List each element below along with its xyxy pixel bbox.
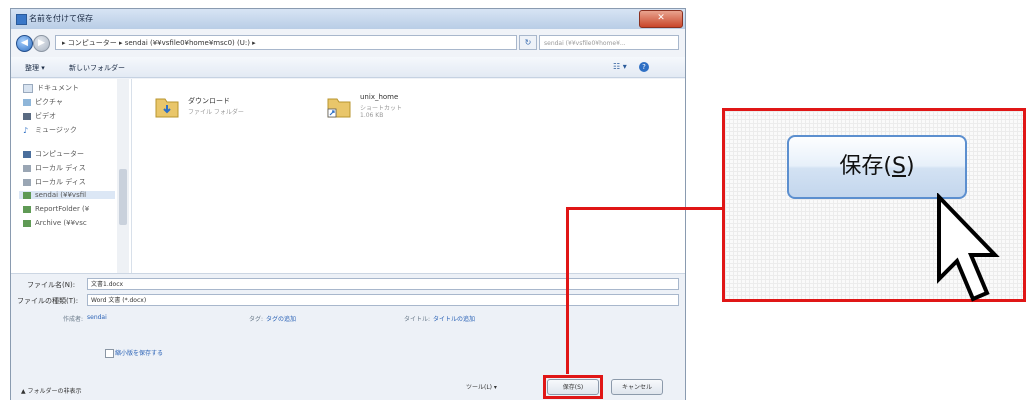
drive-icon: [23, 164, 31, 172]
tags-label: タグ:: [249, 316, 264, 323]
mouse-pointer-icon: [937, 193, 1000, 302]
hide-folders-button[interactable]: ▲ フォルダーの非表示: [21, 386, 82, 395]
filename-input[interactable]: 文書1.docx: [87, 278, 679, 290]
network-drive-icon: [23, 191, 31, 199]
nav-item-sendai[interactable]: sendai (¥¥vsfil: [19, 191, 115, 199]
cancel-button[interactable]: キャンセル: [611, 379, 663, 395]
network-drive-icon: [23, 219, 31, 227]
thumbnail-label: 縮小版を保存する: [115, 350, 164, 357]
window-title: 名前を付けて保存: [29, 14, 93, 23]
tags-value[interactable]: タグの追加: [266, 314, 296, 323]
author-label: 作成者:: [63, 316, 84, 323]
nav-item-local-disk-c[interactable]: ローカル ディス: [23, 163, 86, 173]
file-type: ショートカット: [360, 105, 403, 112]
back-arrow-icon[interactable]: ◀: [16, 35, 33, 52]
search-input[interactable]: sendai (¥¥vsfile0¥home¥...: [539, 35, 679, 50]
nav-item-reportfolder[interactable]: ReportFolder (¥: [23, 205, 89, 213]
forward-arrow-icon[interactable]: ▶: [33, 35, 50, 52]
doc-title-value[interactable]: タイトルの追加: [433, 314, 475, 323]
address-bar[interactable]: ▸ コンピューター ▸ sendai (¥¥vsfile0¥home¥msc0)…: [55, 35, 517, 50]
nav-item-local-disk-d[interactable]: ローカル ディス: [23, 177, 86, 187]
title-bar: 名前を付けて保存 ✕: [11, 9, 685, 29]
file-name: ダウンロード: [188, 97, 230, 105]
help-icon[interactable]: ?: [639, 62, 649, 72]
thumbnail-checkbox[interactable]: [105, 349, 114, 358]
nav-item-archive[interactable]: Archive (¥¥vsc: [23, 219, 87, 227]
file-name: unix_home: [360, 93, 399, 101]
nav-item-videos[interactable]: ビデオ: [23, 111, 56, 121]
file-list: ダウンロード ファイル フォルダー unix_home ショートカット 1.06…: [132, 79, 685, 273]
doc-title-label: タイトル:: [404, 316, 431, 323]
nav-item-computer[interactable]: コンピューター: [23, 149, 84, 159]
navigation-pane: ドキュメント ピクチャ ビデオ ♪ ミュージック コンピューター ローカル ディス…: [11, 79, 132, 273]
save-button-highlight: [543, 375, 603, 399]
nav-scrollbar-thumb[interactable]: [119, 169, 127, 225]
tools-menu-button[interactable]: ツール(L) ▾: [466, 382, 497, 391]
save-as-dialog: 名前を付けて保存 ✕ ◀ ▶ ▸ コンピューター ▸ sendai (¥¥vsf…: [10, 8, 686, 400]
close-button[interactable]: ✕: [639, 10, 683, 28]
save-options-panel: ファイル名(N): 文書1.docx ファイルの種類(T): Word 文書 (…: [11, 273, 685, 400]
picture-icon: [23, 98, 31, 106]
author-value[interactable]: sendai: [87, 314, 107, 321]
filetype-select[interactable]: Word 文書 (*.docx): [87, 294, 679, 306]
folder-shortcut-icon: [327, 98, 351, 118]
nav-item-music[interactable]: ♪ ミュージック: [23, 125, 77, 135]
address-row: ◀ ▶ ▸ コンピューター ▸ sendai (¥¥vsfile0¥home¥m…: [11, 31, 685, 55]
connector-line-horizontal: [566, 207, 723, 210]
file-type: ファイル フォルダー: [188, 109, 244, 116]
video-icon: [23, 112, 31, 120]
music-icon: ♪: [23, 125, 29, 135]
view-options-icon[interactable]: ☷ ▾: [613, 62, 627, 71]
computer-icon: [23, 150, 31, 158]
zoomed-save-button: 保存(S): [787, 135, 967, 199]
file-size: 1.06 KB: [360, 112, 384, 119]
network-drive-icon: [23, 205, 31, 213]
new-folder-button[interactable]: 新しいフォルダー: [69, 63, 125, 73]
zoom-callout: 保存(S): [722, 108, 1026, 302]
nav-item-documents[interactable]: ドキュメント: [23, 83, 79, 93]
nav-item-pictures[interactable]: ピクチャ: [23, 97, 63, 107]
refresh-icon[interactable]: ↻: [519, 35, 537, 50]
connector-line-vertical: [566, 208, 569, 374]
filetype-label: ファイルの種類(T):: [17, 297, 79, 305]
folder-download-icon: [155, 98, 179, 118]
filename-label: ファイル名(N):: [27, 281, 76, 289]
organize-button[interactable]: 整理 ▾: [25, 63, 45, 73]
word-app-icon: [16, 14, 27, 25]
drive-icon: [23, 178, 31, 186]
toolbar: 整理 ▾ 新しいフォルダー ☷ ▾ ?: [11, 57, 685, 78]
document-icon: [23, 83, 33, 93]
